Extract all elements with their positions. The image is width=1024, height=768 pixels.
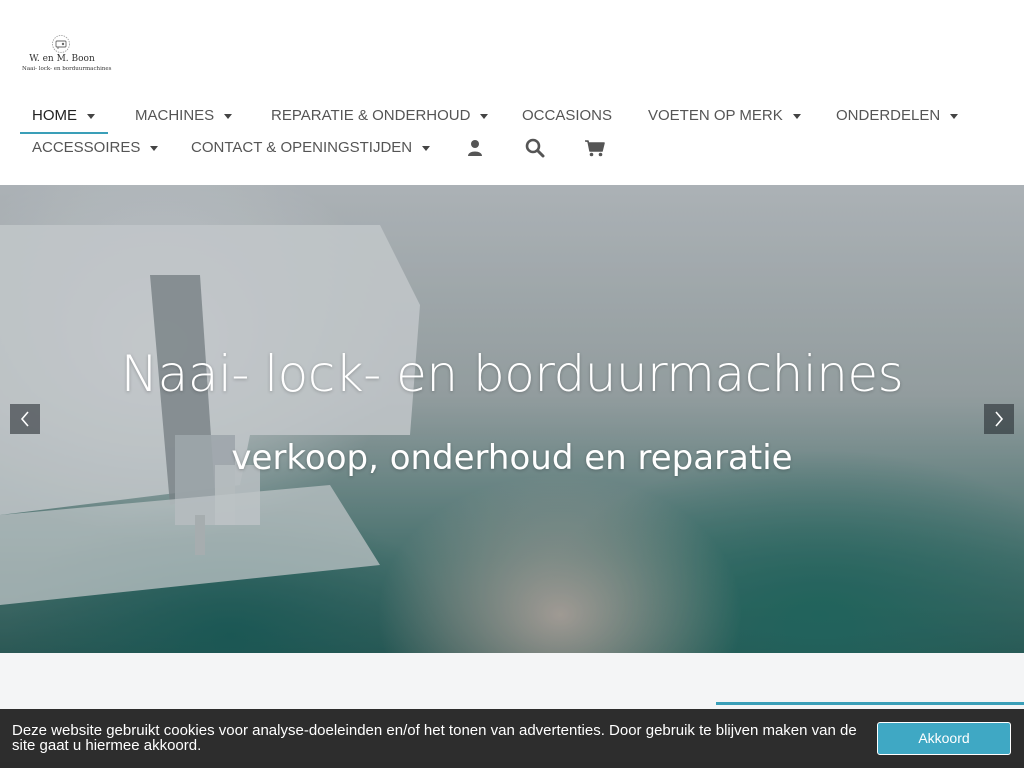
nav-item-machines[interactable]: MACHINES (123, 101, 244, 131)
nav-item-accessoires[interactable]: ACCESSOIRES (20, 133, 170, 163)
nav-item-voeten-op-merk[interactable]: VOETEN OP MERK (636, 101, 813, 131)
nav-item-label: CONTACT & OPENINGSTIJDEN (191, 139, 413, 156)
nav-item-label: ONDERDELEN (836, 107, 941, 124)
user-icon[interactable] (463, 136, 487, 160)
hero-overlay (0, 185, 1024, 653)
slider-prev-button[interactable] (10, 404, 40, 434)
cookie-banner: Deze website gebruikt cookies voor analy… (0, 709, 1024, 768)
accept-cookies-button[interactable]: Akkoord (877, 722, 1011, 755)
logo-tagline: Naai- lock- en borduurmachines (22, 66, 112, 72)
search-icon[interactable] (523, 136, 547, 160)
chevron-down-icon (150, 145, 159, 151)
chevron-down-icon (87, 113, 95, 119)
nav-item-occasions[interactable]: OCCASIONS (510, 101, 624, 131)
chevron-down-icon (422, 145, 431, 151)
sewing-emblem-icon (52, 35, 70, 53)
nav-item-onderdelen[interactable]: ONDERDELEN (824, 101, 970, 131)
slider-next-button[interactable] (984, 404, 1014, 434)
cookie-message: Deze website gebruikt cookies voor analy… (12, 722, 857, 754)
nav-item-label: ACCESSOIRES (32, 139, 141, 156)
chevron-down-icon (792, 113, 801, 119)
nav-item-contact[interactable]: CONTACT & OPENINGSTIJDEN (179, 133, 442, 163)
chevron-right-icon (995, 411, 1004, 427)
nav-item-label: MACHINES (135, 107, 215, 124)
nav-item-home[interactable]: HOME (20, 101, 107, 131)
chevron-left-icon (20, 411, 29, 427)
accent-divider (716, 702, 1024, 705)
nav-item-label: HOME (32, 107, 77, 124)
hero-title: Naai- lock- en borduurmachines (120, 345, 904, 403)
site-header: W. en M. Boon Naai- lock- en borduurmach… (0, 0, 1024, 185)
chevron-down-icon (224, 113, 233, 119)
nav-item-label: REPARATIE & ONDERHOUD (271, 107, 471, 124)
chevron-down-icon (480, 113, 489, 119)
cart-icon[interactable] (583, 136, 607, 160)
hero-slider: Naai- lock- en borduurmachines verkoop, … (0, 185, 1024, 653)
hero-subtitle: verkoop, onderhoud en reparatie (231, 438, 793, 478)
nav-item-label: VOETEN OP MERK (648, 107, 783, 124)
chevron-down-icon (950, 113, 959, 119)
nav-item-label: OCCASIONS (522, 107, 613, 124)
nav-item-reparatie[interactable]: REPARATIE & ONDERHOUD (259, 101, 500, 131)
logo-brand: W. en M. Boon (29, 54, 95, 64)
logo[interactable]: W. en M. Boon Naai- lock- en borduurmach… (22, 34, 112, 78)
